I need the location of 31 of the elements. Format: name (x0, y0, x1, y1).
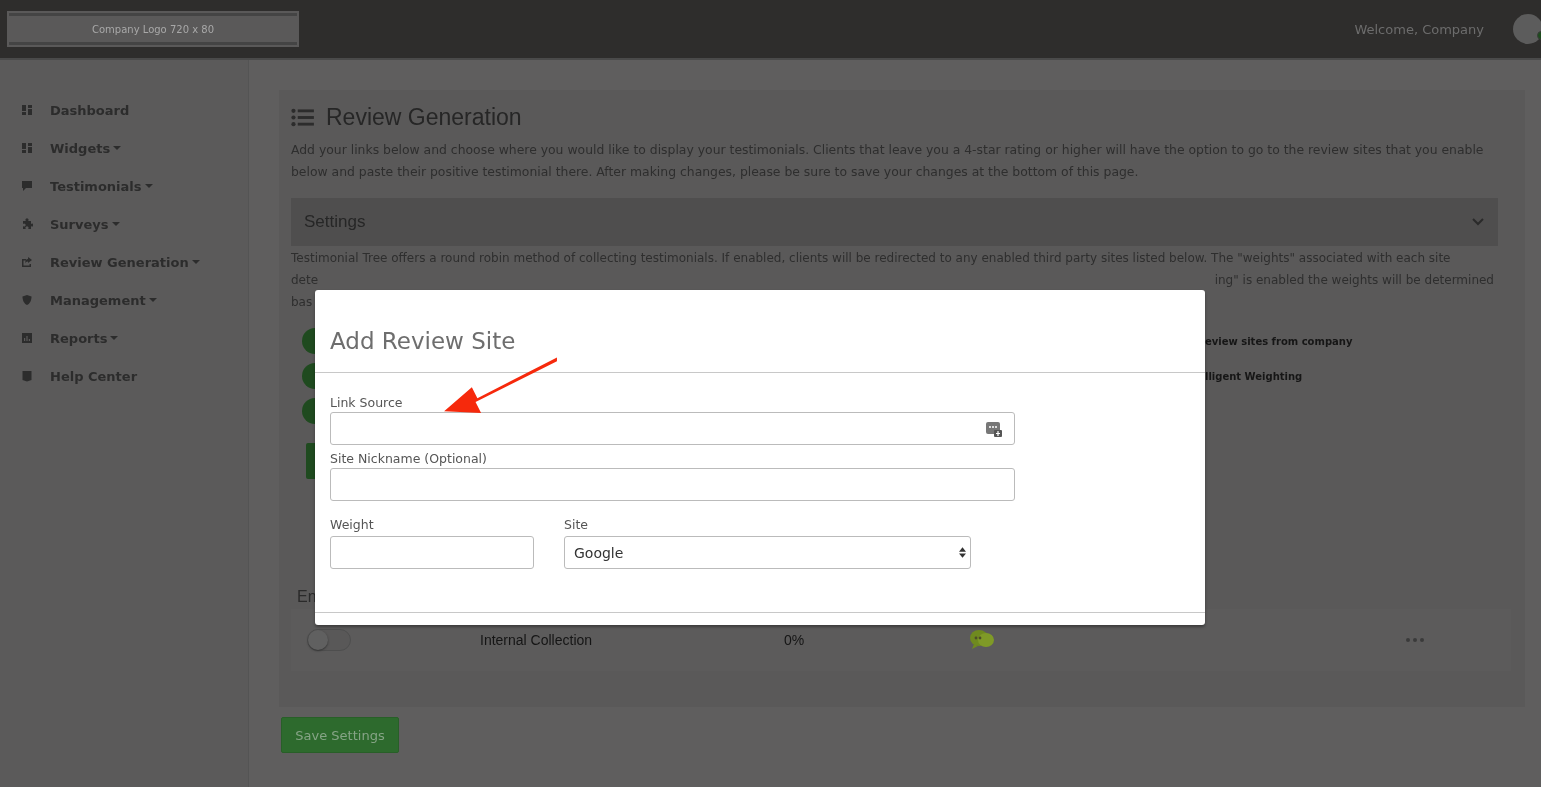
more-options-icon[interactable] (1406, 638, 1424, 642)
field-label: Site (564, 517, 589, 532)
site-name: Internal Collection (480, 632, 593, 648)
share-icon (21, 256, 33, 268)
avatar[interactable] (1513, 14, 1541, 44)
field-label: Site Nickname (Optional) (330, 451, 488, 466)
toggle-switch[interactable] (307, 629, 351, 651)
modal-title: Add Review Site (330, 328, 516, 354)
help-icon (21, 370, 33, 382)
puzzle-icon (21, 218, 33, 230)
weight-field[interactable] (330, 536, 534, 569)
updown-arrows-icon (959, 547, 966, 558)
field-label: Link Source (330, 395, 404, 410)
bar-chart-icon (21, 332, 33, 344)
field-label: Weight (330, 517, 375, 532)
option-label: lligent Weighting (1205, 370, 1303, 382)
contact-card-icon[interactable] (986, 420, 1002, 437)
speech-bubble-icon (21, 180, 33, 192)
welcome-text: Welcome, Company (1354, 21, 1484, 37)
grid-icon (21, 142, 33, 154)
chat-bubbles-icon (968, 628, 996, 652)
logo-placeholder[interactable]: Company Logo 720 x 80 (9, 13, 297, 45)
list-icon (291, 108, 314, 127)
option-label: eview sites from company (1205, 335, 1353, 347)
site-select[interactable]: Google (564, 536, 971, 569)
link-source-field[interactable] (330, 412, 1015, 445)
save-settings-button[interactable]: Save Settings (281, 717, 399, 753)
shield-icon (21, 294, 33, 306)
nickname-field[interactable] (330, 468, 1015, 501)
grid-icon (21, 104, 33, 116)
weight-value: 0% (784, 632, 805, 648)
